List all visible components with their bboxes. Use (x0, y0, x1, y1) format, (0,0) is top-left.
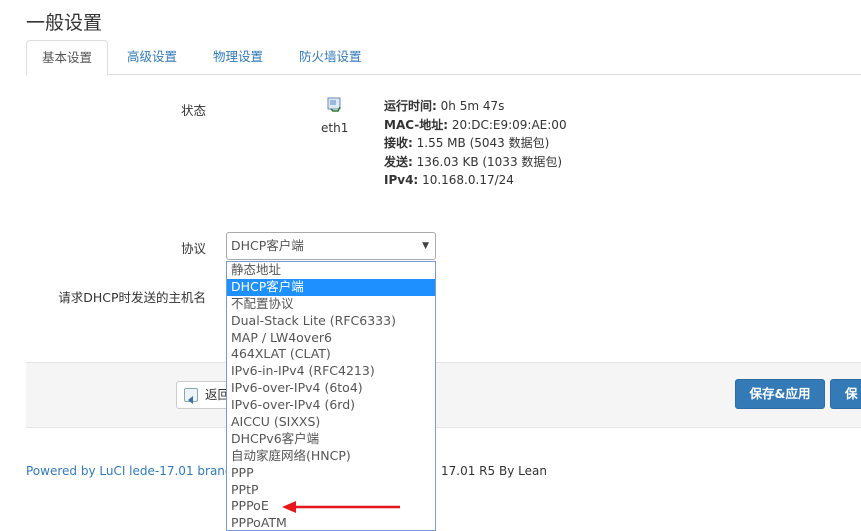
tab-physical-settings[interactable]: 物理设置 (198, 40, 278, 75)
ipv4-value: 10.168.0.17/24 (422, 173, 514, 187)
interface-status: 运行时间: 0h 5m 47s MAC-地址: 20:DC:E9:09:AE:0… (384, 97, 567, 190)
protocol-option[interactable]: MAP / LW4over6 (227, 330, 435, 347)
page-title: 一般设置 (26, 12, 103, 34)
tab-firewall-settings[interactable]: 防火墙设置 (284, 40, 377, 75)
protocol-option[interactable]: IPv6-in-IPv4 (RFC4213) (227, 363, 435, 380)
protocol-option[interactable]: PPP (227, 465, 435, 482)
protocol-option[interactable]: PPPoATM (227, 515, 435, 530)
protocol-option[interactable]: DHCPv6客户端 (227, 431, 435, 448)
tab-advanced-settings[interactable]: 高级设置 (112, 40, 192, 75)
ipv4-row: IPv4: 10.168.0.17/24 (384, 171, 567, 190)
red-arrow-annotation-icon (282, 501, 400, 513)
save-button[interactable]: 保存 (830, 379, 861, 409)
footer-version: 17.01 R5 By Lean (441, 464, 547, 478)
mac-label: MAC-地址: (384, 117, 449, 132)
tab-bar: 基本设置 高级设置 物理设置 防火墙设置 (26, 40, 861, 76)
tx-value: 136.03 KB (1033 数据包) (416, 154, 563, 169)
mac-value: 20:DC:E9:09:AE:00 (451, 117, 567, 132)
tab-basic-settings[interactable]: 基本设置 (26, 40, 109, 76)
uptime-label: 运行时间: (384, 99, 437, 113)
uptime-row: 运行时间: 0h 5m 47s (384, 97, 567, 116)
protocol-option[interactable]: 静态地址 (227, 262, 435, 279)
mac-row: MAC-地址: 20:DC:E9:09:AE:00 (384, 116, 567, 135)
footer-powered-by[interactable]: Powered by LuCI lede-17.01 branch (26, 464, 239, 478)
chevron-down-icon: ▼ (422, 241, 429, 251)
uptime-value: 0h 5m 47s (440, 99, 505, 113)
protocol-option[interactable]: DHCP客户端 (227, 278, 435, 296)
ipv4-label: IPv4: (384, 173, 419, 187)
save-apply-button[interactable]: 保存&应用 (735, 379, 825, 409)
protocol-option[interactable]: 464XLAT (CLAT) (227, 346, 435, 363)
hostname-label: 请求DHCP时发送的主机名 (58, 290, 206, 305)
tx-label: 发送: (384, 154, 413, 169)
interface-name: eth1 (321, 121, 349, 135)
protocol-option[interactable]: 自动家庭网络(HNCP) (227, 448, 435, 465)
rx-label: 接收: (384, 136, 413, 150)
protocol-option[interactable]: 不配置协议 (227, 296, 435, 313)
network-interface-icon (327, 97, 341, 112)
rx-row: 接收: 1.55 MB (5043 数据包) (384, 134, 567, 153)
protocol-option[interactable]: IPv6-over-IPv4 (6rd) (227, 397, 435, 414)
protocol-option[interactable]: AICCU (SIXXS) (227, 414, 435, 431)
protocol-option[interactable]: Dual-Stack Lite (RFC6333) (227, 313, 435, 330)
protocol-selected-value: DHCP客户端 (231, 238, 304, 253)
protocol-select[interactable]: DHCP客户端 ▼ (226, 232, 436, 260)
tx-row: 发送: 136.03 KB (1033 数据包) (384, 153, 567, 172)
protocol-dropdown-list[interactable]: 静态地址 DHCP客户端 不配置协议 Dual-Stack Lite (RFC6333… (226, 261, 436, 531)
status-label: 状态 (180, 103, 206, 118)
back-arrow-icon (184, 388, 198, 404)
protocol-option[interactable]: IPv6-over-IPv4 (6to4) (227, 380, 435, 397)
rx-value: 1.55 MB (5043 数据包) (416, 136, 550, 150)
protocol-option[interactable]: PPtP (227, 482, 435, 499)
protocol-label: 协议 (180, 241, 206, 256)
